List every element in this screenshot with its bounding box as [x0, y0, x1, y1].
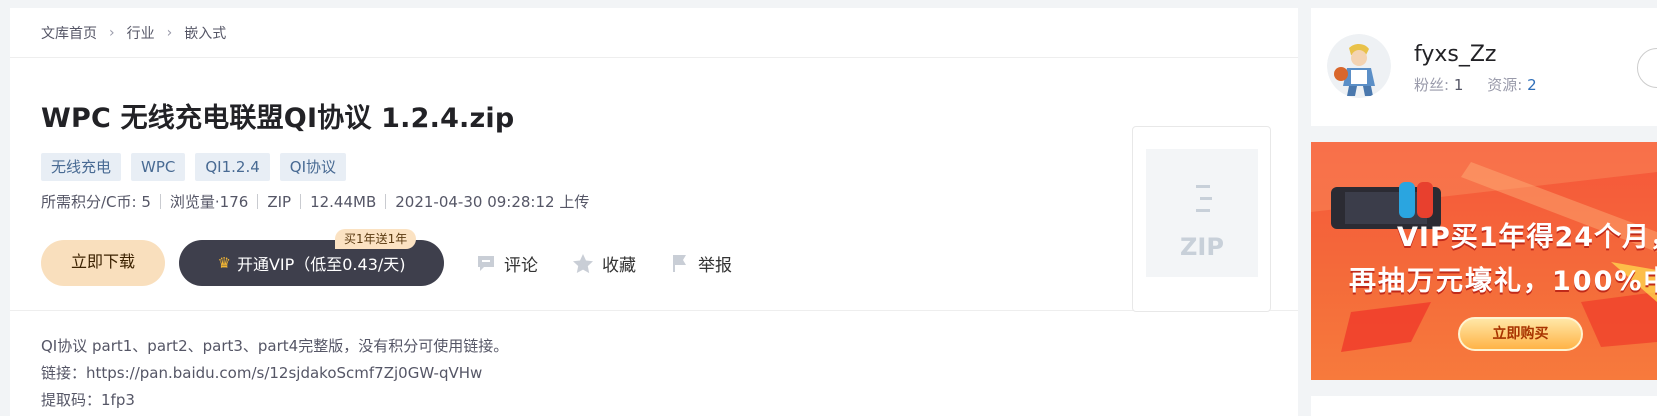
- uploader-stats: 粉丝: 1 资源: 2: [1414, 74, 1537, 95]
- divider: [300, 194, 302, 209]
- flag-icon: [673, 255, 686, 272]
- crown-icon: ♛: [217, 254, 231, 272]
- breadcrumb-home[interactable]: 文库首页: [41, 23, 97, 43]
- tag[interactable]: 无线充电: [41, 153, 122, 181]
- fans-label: 粉丝:: [1414, 76, 1450, 94]
- resource-description: QI协议 part1、part2、part3、part4完整版，没有积分可使用链…: [10, 311, 1298, 414]
- points-cost: 所需积分/C币: 5: [41, 193, 151, 211]
- uploader-card: fyxs_Zz 粉丝: 1 资源: 2: [1311, 8, 1657, 126]
- sidebar-next-card: [1311, 396, 1657, 416]
- breadcrumb-embedded[interactable]: 嵌入式: [184, 23, 226, 43]
- resource-meta: 所需积分/C币: 5 浏览量·176 ZIP 12.44MB 2021-04-3…: [41, 191, 1298, 212]
- description-link[interactable]: 链接：https://pan.baidu.com/s/12sjdakoScmf7…: [41, 360, 1298, 387]
- view-count: 浏览量·176: [169, 193, 249, 211]
- vip-ad-banner[interactable]: VIP买1年得24个月， 再抽万元壕礼，100%中 立即购买: [1311, 142, 1657, 380]
- main-content: 文库首页 › 行业 › 嵌入式 WPC 无线充电联盟QI协议 1.2.4.zip…: [10, 8, 1298, 416]
- comment-label: 评论: [504, 255, 538, 276]
- divider: [385, 194, 387, 209]
- resource-header: WPC 无线充电联盟QI协议 1.2.4.zip 无线充电 WPC QI1.2.…: [10, 58, 1298, 312]
- report-button[interactable]: 举报: [670, 251, 732, 276]
- file-type-label: ZIP: [1180, 233, 1224, 261]
- file-format: ZIP: [267, 192, 292, 211]
- comment-icon: [478, 256, 494, 271]
- avatar[interactable]: [1327, 34, 1391, 98]
- report-label: 举报: [698, 255, 732, 276]
- star-icon: [573, 253, 593, 273]
- breadcrumb-industry[interactable]: 行业: [127, 23, 155, 43]
- description-code: 提取码：1fp3: [41, 391, 135, 409]
- tag[interactable]: QI协议: [279, 153, 347, 181]
- divider: [159, 194, 161, 209]
- uploader-name[interactable]: fyxs_Zz: [1414, 42, 1496, 67]
- zipper-icon: [1196, 185, 1212, 212]
- chevron-right-icon: ›: [166, 24, 173, 41]
- resources-count[interactable]: 2: [1527, 76, 1537, 94]
- description-line: QI协议 part1、part2、part3、part4完整版，没有积分可使用链…: [41, 337, 509, 355]
- vip-button-wrapper: ♛ 开通VIP（低至0.43/天) 买1年送1年: [179, 229, 444, 286]
- tag[interactable]: WPC: [131, 153, 186, 181]
- vip-button-label: 开通VIP（低至0.43/天): [236, 255, 406, 274]
- breadcrumb: 文库首页 › 行业 › 嵌入式: [10, 8, 1298, 58]
- resources-label: 资源:: [1487, 76, 1523, 94]
- upload-time: 2021-04-30 09:28:12 上传: [395, 193, 590, 211]
- tag-list: 无线充电 WPC QI1.2.4 QI协议: [41, 153, 1298, 181]
- resource-title: WPC 无线充电联盟QI协议 1.2.4.zip: [41, 103, 515, 134]
- divider: [257, 194, 259, 209]
- favorite-button[interactable]: 收藏: [572, 251, 636, 276]
- action-bar: 立即下载 ♛ 开通VIP（低至0.43/天) 买1年送1年 评论 收藏 举报: [41, 229, 1298, 286]
- vip-promo-badge: 买1年送1年: [335, 229, 417, 249]
- ad-buy-button[interactable]: 立即购买: [1458, 317, 1583, 351]
- tag[interactable]: QI1.2.4: [195, 153, 270, 181]
- zip-file-icon: ZIP: [1146, 149, 1258, 277]
- download-button[interactable]: 立即下载: [41, 240, 165, 286]
- file-type-thumbnail: ZIP: [1132, 126, 1271, 312]
- follow-button[interactable]: [1637, 48, 1657, 88]
- fans-count: 1: [1453, 76, 1464, 94]
- comment-button[interactable]: 评论: [476, 251, 538, 276]
- ad-headline: VIP买1年得24个月，: [1397, 222, 1657, 253]
- favorite-label: 收藏: [602, 255, 636, 276]
- chevron-right-icon: ›: [109, 24, 115, 41]
- ad-subheadline: 再抽万元壕礼，100%中: [1349, 266, 1657, 297]
- file-size: 12.44MB: [310, 192, 377, 211]
